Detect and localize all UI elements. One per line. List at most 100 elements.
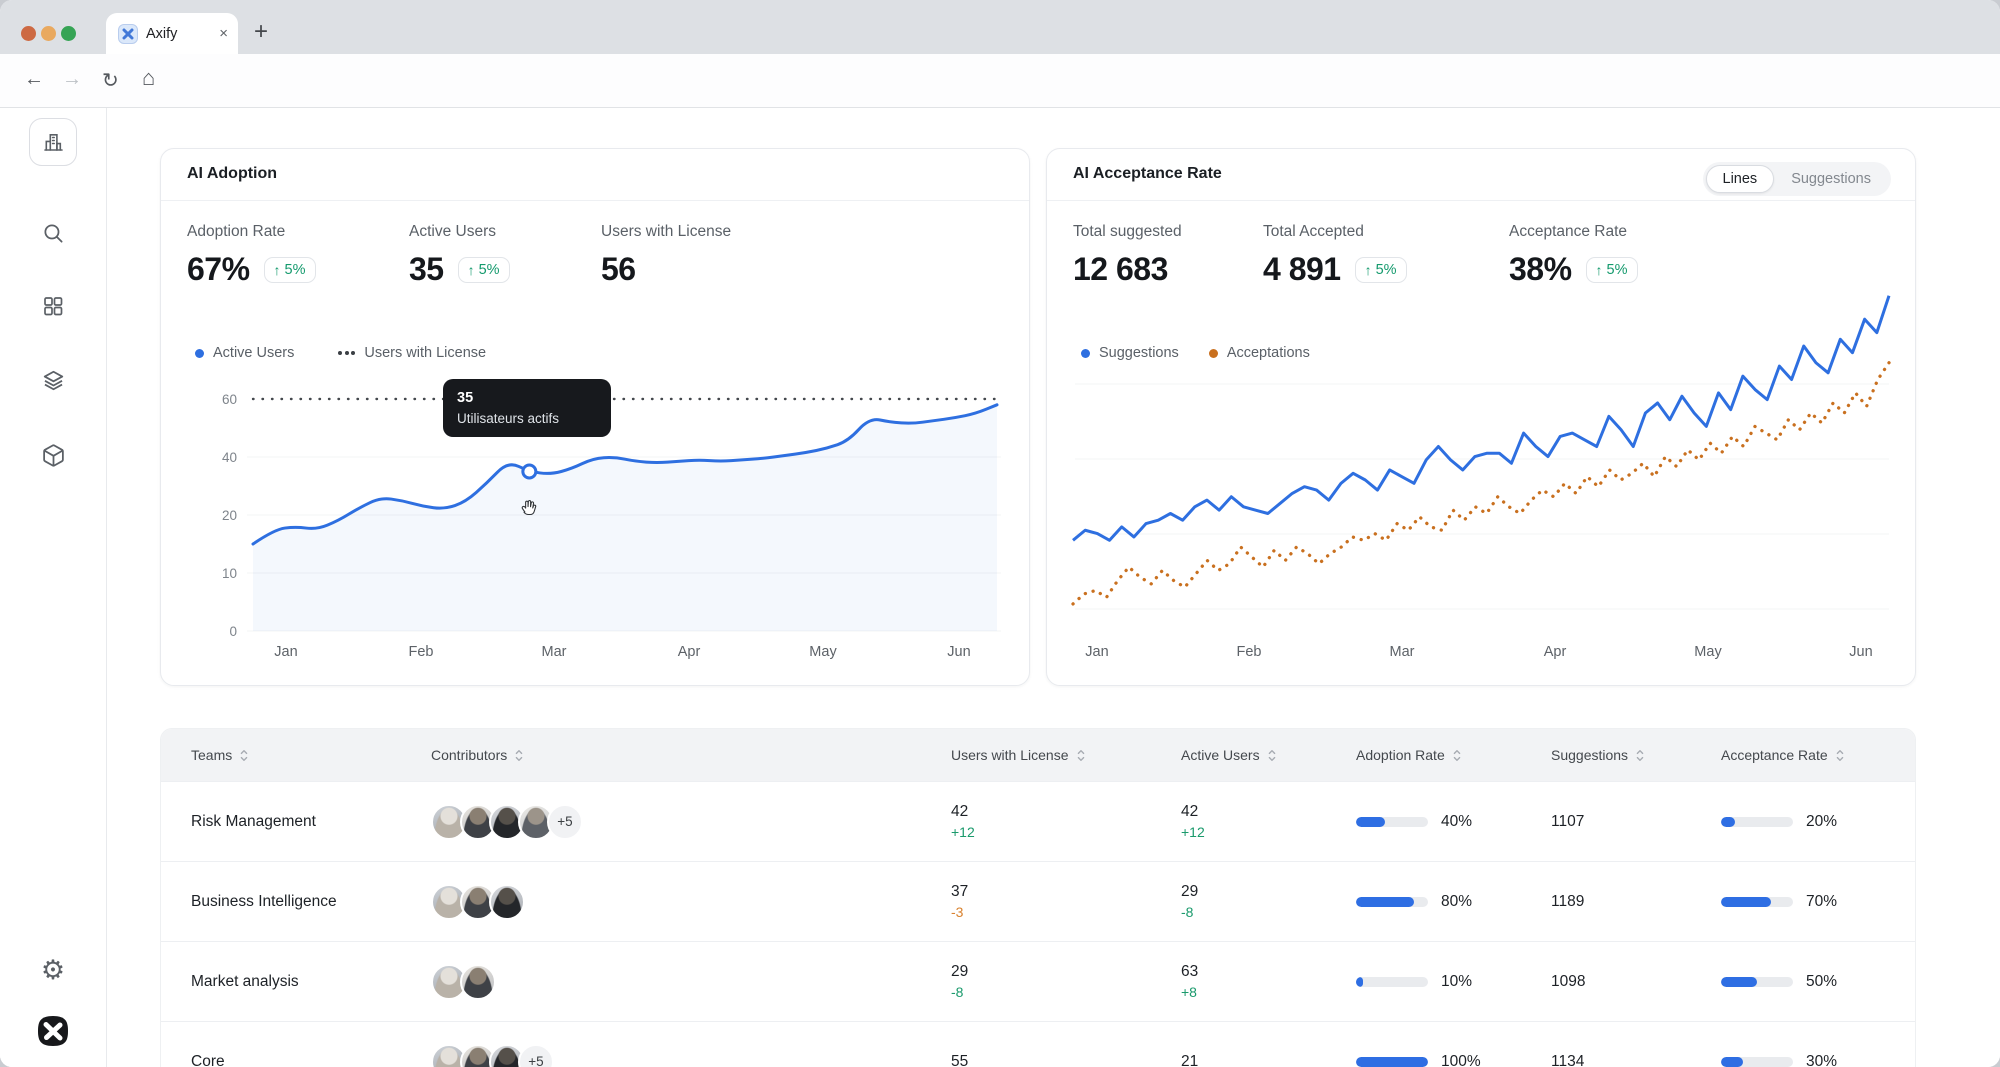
sidebar-item-packages[interactable] <box>29 431 77 479</box>
acceptance-rate-cell: 70% <box>1701 862 1915 941</box>
column-header-suggestions[interactable]: Suggestions <box>1531 729 1701 781</box>
table-row[interactable]: Risk Management+542+1242+1240%110720% <box>161 781 1915 861</box>
ai-adoption-legend: Active Users Users with License <box>195 345 486 361</box>
adoption-rate-cell: 40% <box>1336 782 1531 861</box>
toggle-lines-button[interactable]: Lines <box>1706 165 1775 193</box>
column-header-acceptance-rate[interactable]: Acceptance Rate <box>1701 729 1915 781</box>
teams-table: TeamsContributorsUsers with LicenseActiv… <box>160 728 1916 1067</box>
blue-dot-icon <box>195 349 204 358</box>
column-header-active-users[interactable]: Active Users <box>1161 729 1336 781</box>
suggestions-cell: 1098 <box>1531 942 1701 1021</box>
column-header-adoption-rate[interactable]: Adoption Rate <box>1336 729 1531 781</box>
suggestions-cell: 1134 <box>1531 1022 1701 1067</box>
svg-text:Jun: Jun <box>1849 644 1872 660</box>
ai-acceptance-chart[interactable]: JanFebMarAprMayJun <box>1071 284 1893 664</box>
progress-bar <box>1721 977 1793 987</box>
users-with-license-cell: 29-8 <box>931 942 1161 1021</box>
toggle-suggestions-button[interactable]: Suggestions <box>1774 165 1888 193</box>
sidebar-item-dashboard[interactable] <box>29 282 77 330</box>
progress-bar <box>1721 897 1793 907</box>
column-header-contributors[interactable]: Contributors <box>411 729 931 781</box>
traffic-light-close[interactable] <box>21 26 36 41</box>
team-name: Business Intelligence <box>161 862 411 941</box>
progress-bar <box>1721 1057 1793 1067</box>
svg-text:Jun: Jun <box>947 644 970 660</box>
table-row[interactable]: Business Intelligence 37-329-880%118970% <box>161 861 1915 941</box>
back-icon[interactable]: ← <box>24 68 44 91</box>
acceptance-rate-cell: 20% <box>1701 782 1915 861</box>
avatar <box>489 884 525 920</box>
legend-users-with-license[interactable]: Users with License <box>338 345 486 361</box>
active-users-cell: 63+8 <box>1161 942 1336 1021</box>
svg-text:Apr: Apr <box>1544 644 1567 660</box>
sidebar-item-organization[interactable] <box>29 118 77 166</box>
axify-favicon <box>118 24 138 44</box>
svg-text:Feb: Feb <box>409 644 434 660</box>
ai-acceptance-title: AI Acceptance Rate <box>1073 165 1222 183</box>
sidebar-item-layers[interactable] <box>29 356 77 404</box>
avatar <box>460 964 496 1000</box>
progress-bar <box>1356 977 1428 987</box>
contributors-cell: +5 <box>411 782 931 861</box>
metric-users-with-license: Users with License 56 <box>601 223 731 288</box>
svg-text:Feb: Feb <box>1237 644 1262 660</box>
progress-bar <box>1356 817 1428 827</box>
axify-logo-icon <box>30 1008 76 1054</box>
sidebar-item-search[interactable] <box>29 209 77 257</box>
traffic-light-minimize[interactable] <box>41 26 56 41</box>
ai-acceptance-metrics: Total suggested 12 683 Total Accepted 4 … <box>1073 223 1638 288</box>
reload-icon[interactable]: ↻ <box>102 68 119 93</box>
progress-bar <box>1356 897 1428 907</box>
browser-window: Axify × + ← → ↻ ⌂ https://app.axify.io/e… <box>0 0 2000 1067</box>
metric-total-accepted: Total Accepted 4 891 ↑5% <box>1263 223 1509 288</box>
dashboard-grid-icon <box>41 294 65 318</box>
gear-icon: ⚙ <box>41 955 65 986</box>
svg-text:40: 40 <box>222 450 237 465</box>
chart-tooltip: 35 Utilisateurs actifs <box>443 379 611 437</box>
arrow-up-icon: ↑ <box>1365 262 1372 278</box>
table-row[interactable]: Core+55521100%113430% <box>161 1021 1915 1067</box>
sort-icon <box>238 748 250 763</box>
svg-text:20: 20 <box>222 508 237 523</box>
ai-adoption-metrics: Adoption Rate 67% ↑5% Active Users 35 ↑5… <box>187 223 731 288</box>
svg-text:0: 0 <box>229 624 237 639</box>
sidebar-axify-logo[interactable] <box>29 1007 77 1055</box>
ai-adoption-header: AI Adoption <box>161 149 1029 201</box>
layers-icon <box>41 368 66 393</box>
suggestions-cell: 1189 <box>1531 862 1701 941</box>
legend-active-users[interactable]: Active Users <box>195 345 294 361</box>
sort-icon <box>513 748 525 763</box>
table-body: Risk Management+542+1242+1240%110720%Bus… <box>161 781 1915 1067</box>
metric-active-users: Active Users 35 ↑5% <box>409 223 601 288</box>
search-icon <box>41 221 66 246</box>
forward-icon[interactable]: → <box>62 68 82 91</box>
users-with-license-cell: 37-3 <box>931 862 1161 941</box>
home-icon[interactable]: ⌂ <box>142 65 155 91</box>
tab-strip: Axify × + <box>0 0 2000 54</box>
active-users-cell: 21 <box>1161 1022 1336 1067</box>
app-content: ⚙ AI Adoption Adoption Rate 67% ↑5% <box>0 108 2000 1067</box>
adoption-rate-cell: 80% <box>1336 862 1531 941</box>
acceptance-rate-cell: 50% <box>1701 942 1915 1021</box>
svg-text:Jan: Jan <box>274 644 297 660</box>
traffic-light-zoom[interactable] <box>61 26 76 41</box>
svg-text:Apr: Apr <box>678 644 701 660</box>
sort-icon <box>1634 748 1646 763</box>
contributors-cell <box>411 942 931 1021</box>
browser-tab[interactable]: Axify × <box>106 13 238 54</box>
ai-adoption-card: AI Adoption Adoption Rate 67% ↑5% Active… <box>160 148 1030 686</box>
ai-adoption-title: AI Adoption <box>187 165 277 183</box>
new-tab-icon[interactable]: + <box>254 18 268 46</box>
active-users-cell: 29-8 <box>1161 862 1336 941</box>
sidebar-item-settings[interactable]: ⚙ <box>29 946 77 994</box>
delta-badge: ↑5% <box>1586 257 1638 283</box>
table-row[interactable]: Market analysis29-863+810%109850% <box>161 941 1915 1021</box>
users-with-license-cell: 55 <box>931 1022 1161 1067</box>
delta-badge: ↑5% <box>458 257 510 283</box>
tab-close-icon[interactable]: × <box>219 25 228 42</box>
column-header-teams[interactable]: Teams <box>161 729 411 781</box>
metric-total-suggested: Total suggested 12 683 <box>1073 223 1263 288</box>
acceptance-rate-cell: 30% <box>1701 1022 1915 1067</box>
svg-text:Mar: Mar <box>1390 644 1415 660</box>
column-header-users-with-license[interactable]: Users with License <box>931 729 1161 781</box>
